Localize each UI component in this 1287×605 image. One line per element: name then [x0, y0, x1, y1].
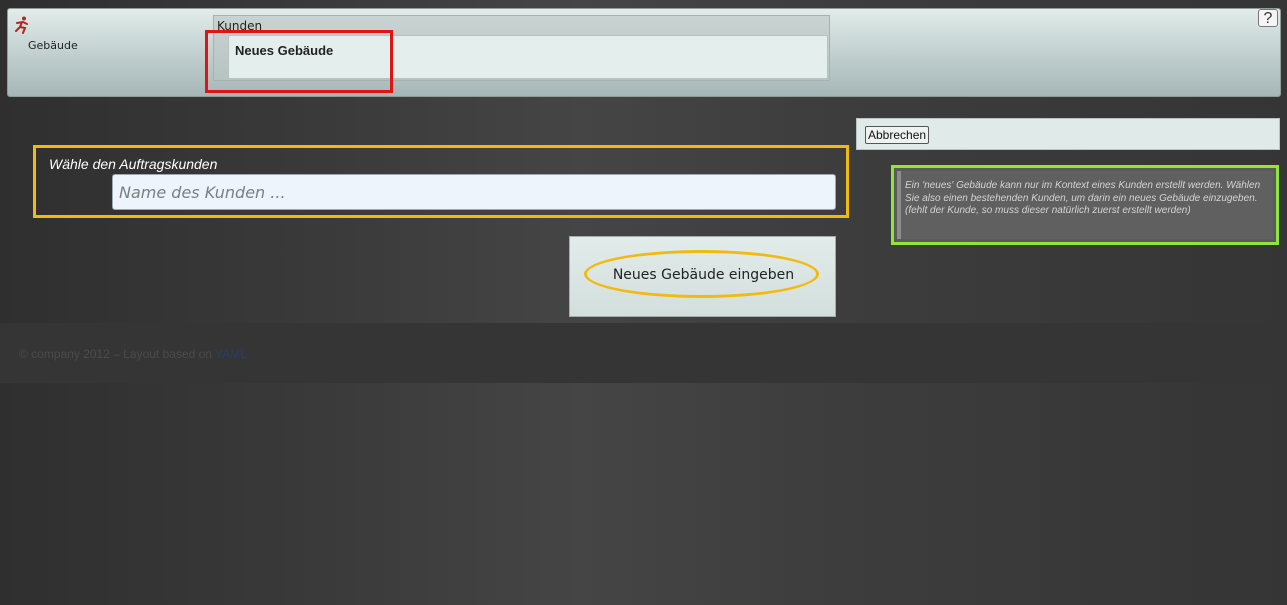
help-button[interactable]: ?	[1258, 9, 1278, 27]
info-text: Ein 'neues' Gebäude kann nur im Kontext …	[897, 171, 1273, 239]
customer-label: Wähle den Auftragskunden	[49, 156, 218, 172]
info-panel: Ein 'neues' Gebäude kann nur im Kontext …	[891, 165, 1279, 245]
highlight-breadcrumb	[205, 30, 393, 93]
app-header: Gebäude Kunden Neues Gebäude ?	[7, 8, 1281, 97]
footer: © company 2012 – Layout based on YAML	[0, 323, 1287, 383]
footer-text: © company 2012 – Layout based on YAML	[19, 347, 247, 361]
customer-select-section: Wähle den Auftragskunden	[33, 145, 849, 218]
footer-yaml-link[interactable]: YAML	[215, 347, 247, 361]
customer-search-input[interactable]	[112, 174, 836, 210]
runner-logo-icon	[15, 16, 28, 34]
new-building-button[interactable]: Neues Gebäude eingeben	[569, 236, 836, 317]
footer-copyright: © company 2012 – Layout based on	[19, 347, 216, 361]
new-building-button-label: Neues Gebäude eingeben	[612, 267, 795, 283]
app-name: Gebäude	[28, 39, 78, 52]
action-bar: Abbrechen	[856, 118, 1280, 150]
cancel-button[interactable]: Abbrechen	[865, 126, 930, 144]
